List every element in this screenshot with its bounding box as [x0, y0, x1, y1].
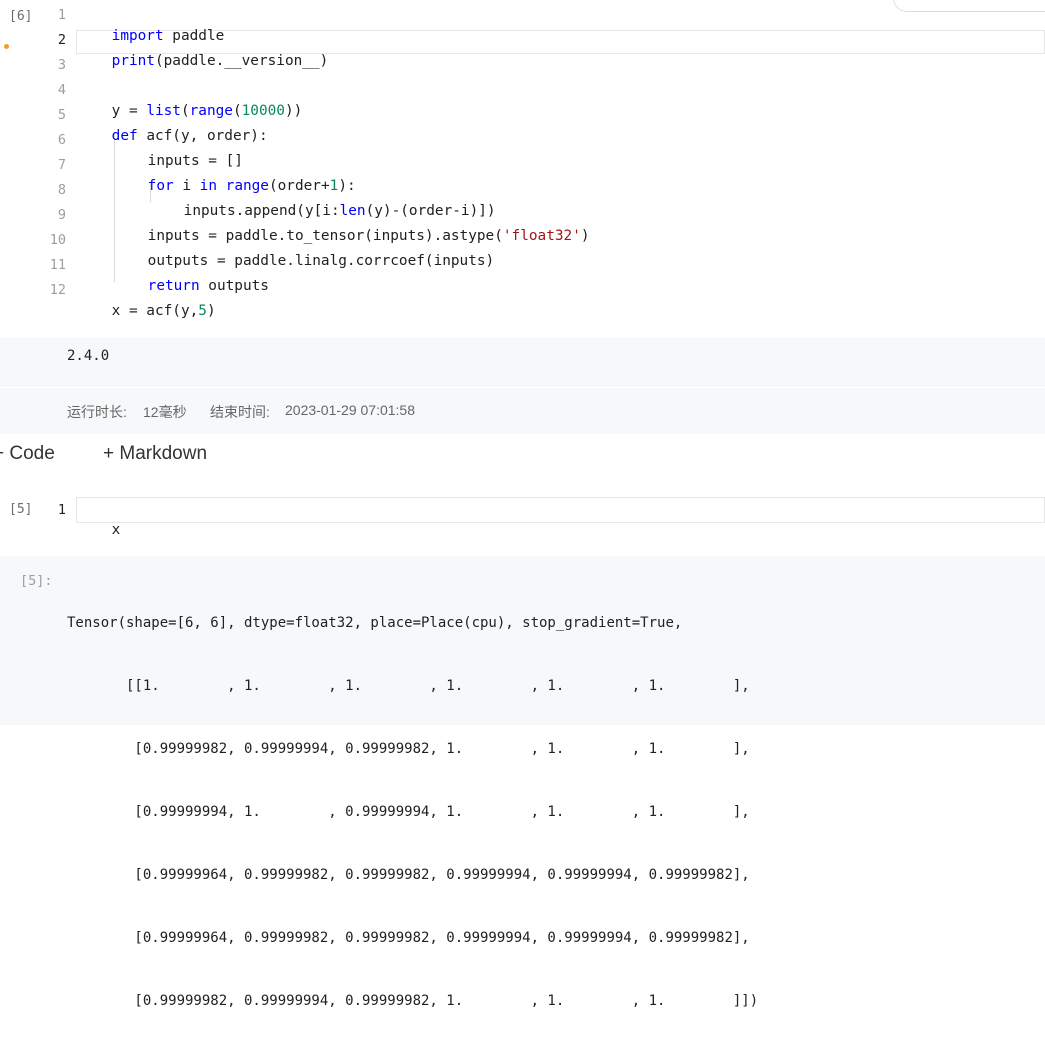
line-number: 1 [57, 7, 66, 23]
code-token: )) [284, 103, 303, 119]
runtime-value: 12毫秒 [143, 404, 187, 420]
line-number: 2 [57, 32, 66, 48]
line-number: 4 [57, 82, 66, 98]
line-number: 5 [57, 107, 66, 123]
code-token: 5 [198, 303, 207, 319]
output-line: Tensor(shape=[6, 6], dtype=float32, plac… [67, 615, 683, 631]
line-number: 1 [57, 502, 66, 518]
output-line: [0.99999982, 0.99999994, 0.99999982, 1. … [67, 993, 759, 1009]
cell-output-area: [5]: Tensor(shape=[6, 6], dtype=float32,… [0, 556, 1045, 1009]
code-token: ) [580, 228, 590, 244]
code-line[interactable]: x [77, 500, 121, 560]
code-token: x [111, 522, 121, 538]
end-time-label: 结束时间: [210, 404, 270, 420]
output-line: [0.99999964, 0.99999982, 0.99999982, 0.9… [67, 930, 750, 946]
line-number: 12 [49, 282, 66, 298]
line-number: 8 [57, 182, 66, 198]
code-line[interactable]: x = acf(y,5) [77, 281, 216, 341]
output-line: [0.99999994, 1. , 0.99999994, 1. , 1. , … [67, 804, 750, 820]
output-prompt: [5]: [20, 573, 53, 589]
line-number: 9 [57, 207, 66, 223]
output-line: [0.99999982, 0.99999994, 0.99999982, 1. … [67, 741, 750, 757]
tensor-output: Tensor(shape=[6, 6], dtype=float32, plac… [67, 571, 758, 1054]
code-token: ) [206, 303, 216, 319]
end-time-value: 2023-01-29 07:01:58 [285, 402, 415, 418]
execution-count: [5] [9, 502, 33, 517]
code-editor-box[interactable] [76, 497, 1045, 523]
cell-output-area: 2.4.0 [0, 338, 1045, 387]
line-number: 7 [57, 157, 66, 173]
add-code-cell-button[interactable]: + Code [0, 443, 55, 465]
line-number: 6 [57, 132, 66, 148]
line-number: 3 [57, 57, 66, 73]
line-number: 11 [49, 257, 66, 273]
execution-count: [6] [9, 9, 33, 24]
code-token: (paddle.__version__) [154, 53, 329, 69]
cell-toolbar-corner [893, 0, 1045, 12]
code-token: print [111, 53, 155, 69]
add-markdown-cell-button[interactable]: + Markdown [103, 443, 207, 465]
output-line: [0.99999964, 0.99999982, 0.99999982, 0.9… [67, 867, 750, 883]
cell-execution-info: 运行时长: 12毫秒 结束时间: 2023-01-29 07:01:58 [0, 388, 1045, 434]
line-number: 10 [49, 232, 66, 248]
unsaved-dot-icon [4, 44, 9, 49]
code-token: x = acf(y, [111, 303, 199, 319]
output-line: [[1. , 1. , 1. , 1. , 1. , 1. ], [67, 678, 750, 694]
code-token: 'float32' [502, 228, 581, 244]
runtime-label: 运行时长: [67, 404, 127, 420]
cell-output-text: 2.4.0 [67, 348, 110, 364]
